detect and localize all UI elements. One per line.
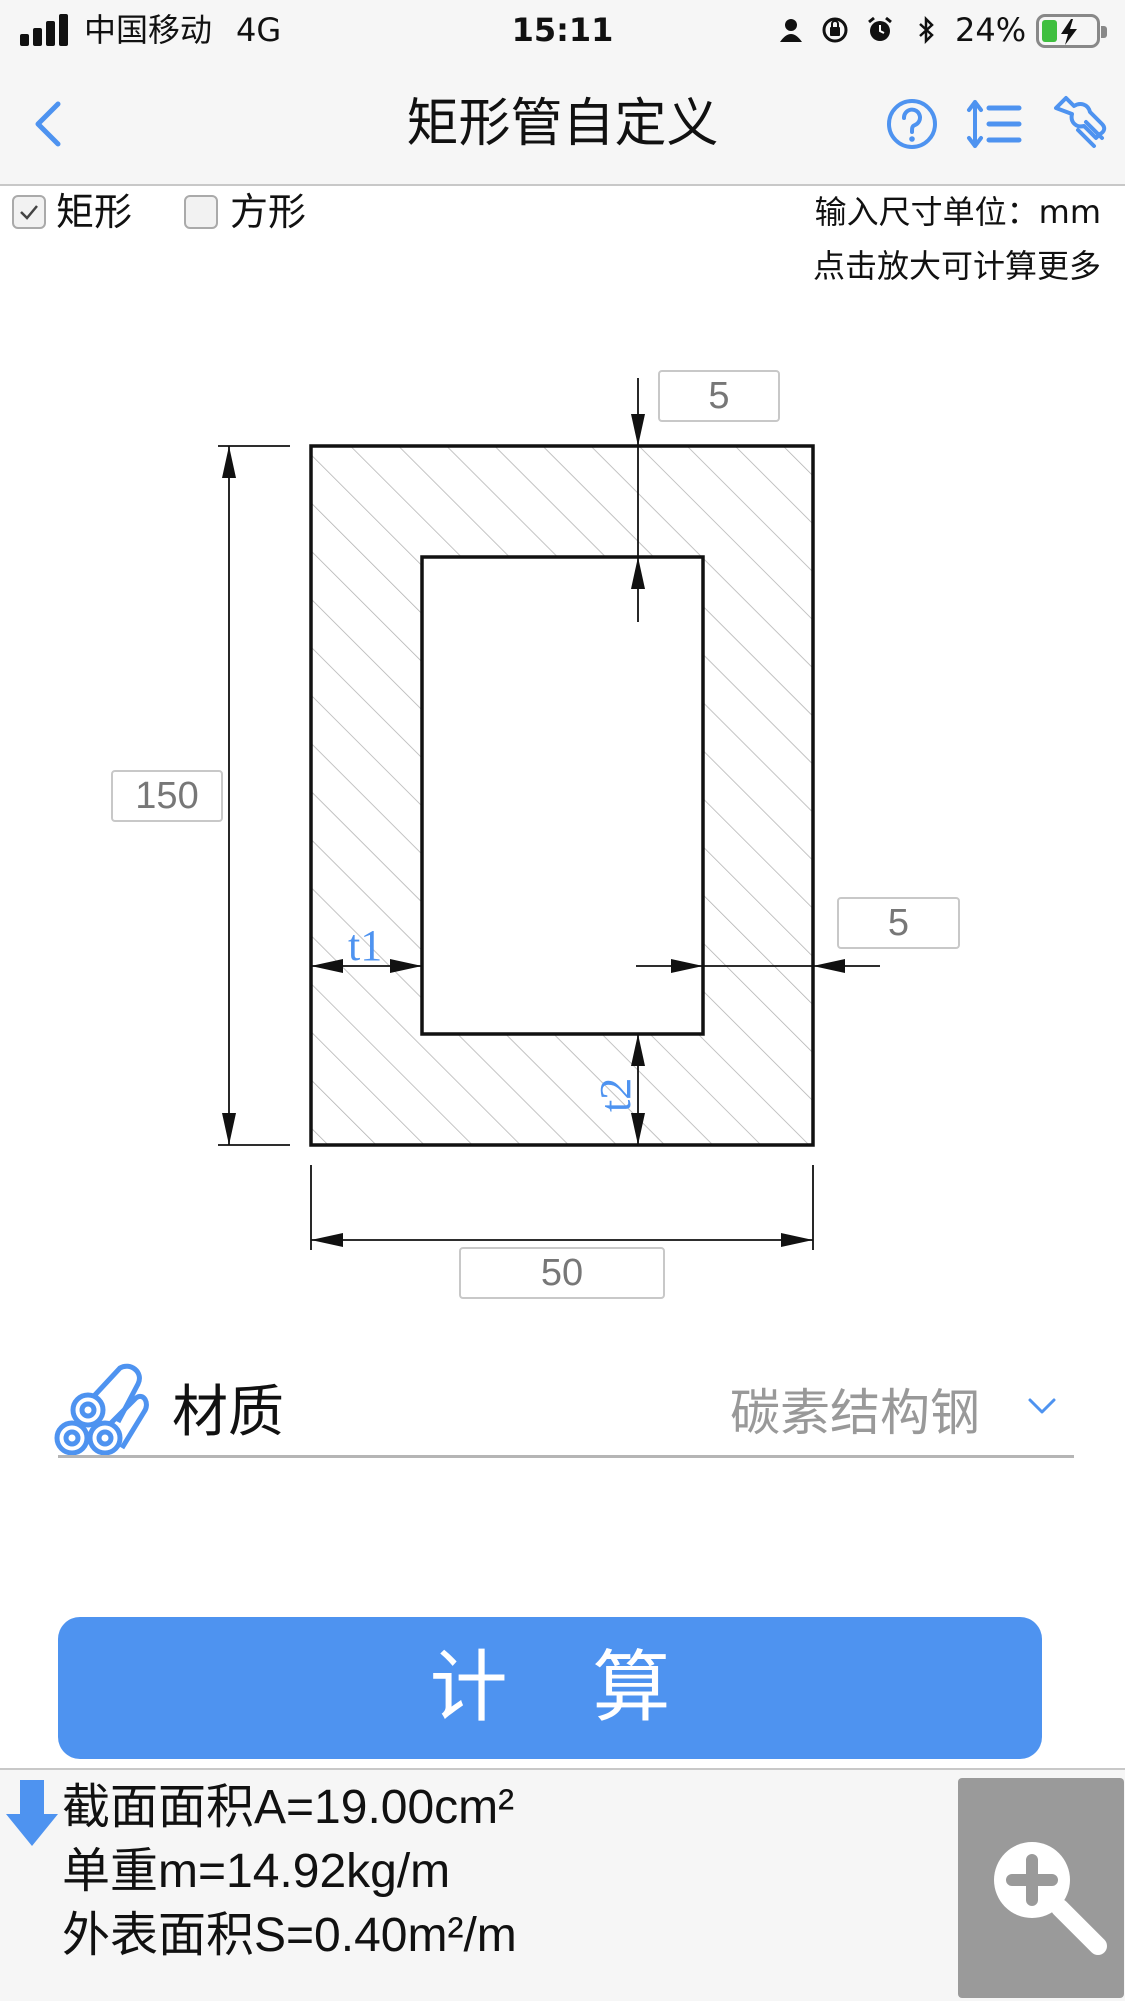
- t1-label: t1: [348, 921, 382, 970]
- cross-section-drawing: t1 t2: [218, 378, 880, 1250]
- zoom-in-icon: [994, 1842, 1107, 1955]
- tube-section: [309, 444, 815, 1147]
- material-underline: [58, 1455, 1074, 1458]
- unit-weight-result: 单重m=14.92kg/m: [62, 1845, 451, 1898]
- surface-area-result: 外表面积S=0.40m²/m: [62, 1909, 517, 1962]
- t2-label: t2: [591, 1078, 640, 1112]
- arrow-down-icon[interactable]: [4, 1778, 60, 1848]
- chevron-down-icon[interactable]: [1024, 1388, 1060, 1424]
- material-select[interactable]: 碳素结构钢: [700, 1380, 980, 1446]
- area-result: 截面面积A=19.00cm²: [62, 1781, 515, 1834]
- height-dimension-line: [218, 445, 290, 1146]
- zoom-button[interactable]: [958, 1778, 1124, 1998]
- width-input[interactable]: 50: [459, 1247, 665, 1299]
- material-label: 材质: [172, 1380, 284, 1445]
- side-thickness-input[interactable]: 5: [837, 897, 960, 949]
- pipes-icon: [54, 1363, 149, 1456]
- top-thickness-input[interactable]: 5: [658, 370, 780, 422]
- results-panel: 截面面积A=19.00cm² 单重m=14.92kg/m 外表面积S=0.40m…: [0, 1768, 1125, 2001]
- height-input[interactable]: 150: [111, 770, 223, 822]
- width-dimension-line: [310, 1165, 814, 1250]
- calculate-button[interactable]: 计 算: [58, 1617, 1042, 1759]
